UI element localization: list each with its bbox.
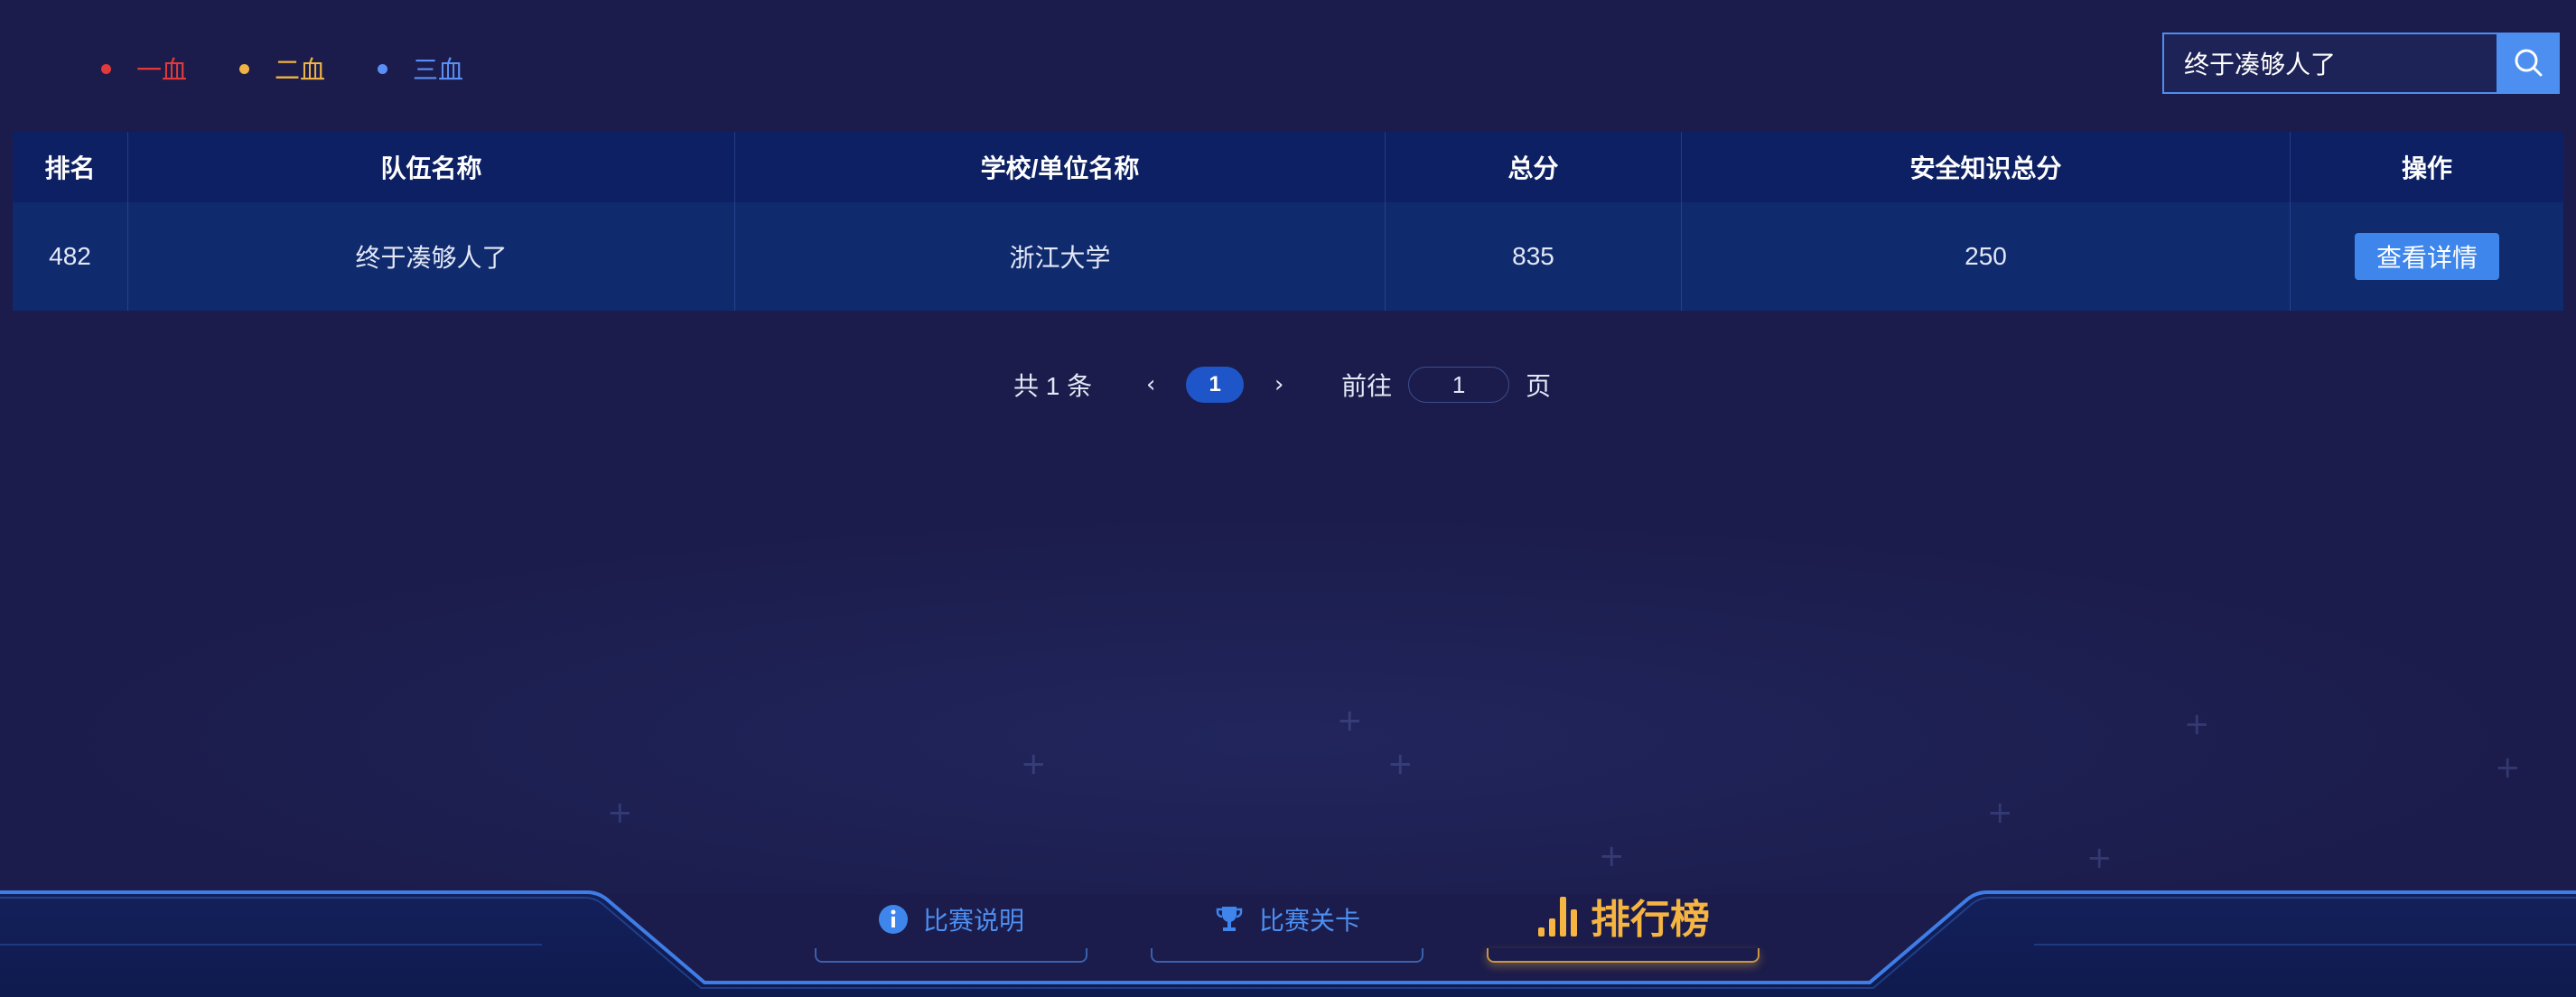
goto-label: 前往	[1341, 372, 1393, 400]
third-blood-dot	[378, 63, 388, 74]
info-icon	[878, 905, 908, 934]
cell-school: 浙江大学	[735, 202, 1386, 311]
page-number-current[interactable]: 1	[1186, 367, 1245, 403]
tab-leaderboard-label: 排行榜	[1591, 898, 1710, 942]
decorative-plus: +	[1337, 703, 1363, 739]
cell-team-name: 终于凑够人了	[128, 202, 735, 311]
pagination: 共 1 条 ‹ 1 › 前往 页	[1013, 365, 1551, 405]
decorative-plus: +	[1387, 746, 1414, 782]
page-suffix: 页	[1526, 372, 1552, 400]
bottom-nav: 比赛说明 比赛关卡 排行榜	[0, 867, 2576, 997]
decorative-plus: +	[607, 795, 633, 831]
first-blood-label: 一血	[136, 56, 188, 84]
header-school: 学校/单位名称	[735, 132, 1386, 202]
decorative-plus: +	[2184, 706, 2210, 742]
header-knowledge-score: 安全知识总分	[1682, 132, 2291, 202]
tab-leaderboard-underline	[1487, 948, 1759, 963]
legend-third-blood: 三血	[378, 51, 463, 87]
goto-page-input[interactable]	[1408, 367, 1510, 403]
bar-chart-icon	[1538, 897, 1577, 936]
cell-knowledge-score: 250	[1682, 202, 2291, 311]
team-search	[2162, 33, 2560, 94]
decorative-plus: +	[1021, 746, 1047, 782]
blood-legend: 一血 二血 三血	[101, 51, 516, 87]
legend-second-blood: 二血	[239, 51, 325, 87]
decorative-plus: +	[2495, 750, 2521, 786]
second-blood-label: 二血	[275, 56, 326, 84]
total-count: 共 1 条	[1013, 372, 1093, 400]
table-row: 482 终于凑够人了 浙江大学 835 250 查看详情	[13, 202, 2563, 311]
tab-competition-info[interactable]: 比赛说明	[815, 894, 1087, 945]
tab-competition-levels[interactable]: 比赛关卡	[1151, 894, 1423, 945]
tab-competition-info-underline	[815, 948, 1087, 963]
third-blood-label: 三血	[413, 56, 464, 84]
next-page-icon[interactable]: ›	[1265, 371, 1293, 398]
header-rank: 排名	[13, 132, 128, 202]
cell-total-score: 835	[1386, 202, 1682, 311]
first-blood-dot	[101, 63, 111, 74]
header-action: 操作	[2401, 154, 2452, 182]
background-glow	[0, 506, 2576, 894]
cell-rank: 482	[13, 202, 128, 311]
search-button[interactable]	[2498, 33, 2560, 94]
prev-page-icon[interactable]: ‹	[1137, 371, 1164, 398]
tab-leaderboard[interactable]: 排行榜	[1487, 887, 1759, 945]
cell-action: 查看详情	[2291, 202, 2563, 311]
table-header: 排名 队伍名称 学校/单位名称 总分 安全知识总分 操作	[13, 132, 2563, 202]
second-blood-dot	[239, 63, 250, 74]
header-total-score: 总分	[1386, 132, 1682, 202]
search-input[interactable]	[2162, 33, 2498, 94]
trophy-icon	[1216, 907, 1243, 931]
decorative-plus: +	[1987, 795, 2013, 831]
tab-competition-levels-label: 比赛关卡	[1258, 907, 1360, 935]
tab-competition-levels-underline	[1151, 948, 1423, 963]
header-team-name: 队伍名称	[128, 132, 735, 202]
view-details-button[interactable]: 查看详情	[2355, 233, 2499, 280]
search-icon	[2515, 49, 2543, 77]
ranking-table: 排名 队伍名称 学校/单位名称 总分 安全知识总分 操作 482 终于凑够人了 …	[13, 132, 2563, 311]
tab-competition-info-label: 比赛说明	[922, 907, 1024, 935]
legend-first-blood: 一血	[101, 51, 187, 87]
